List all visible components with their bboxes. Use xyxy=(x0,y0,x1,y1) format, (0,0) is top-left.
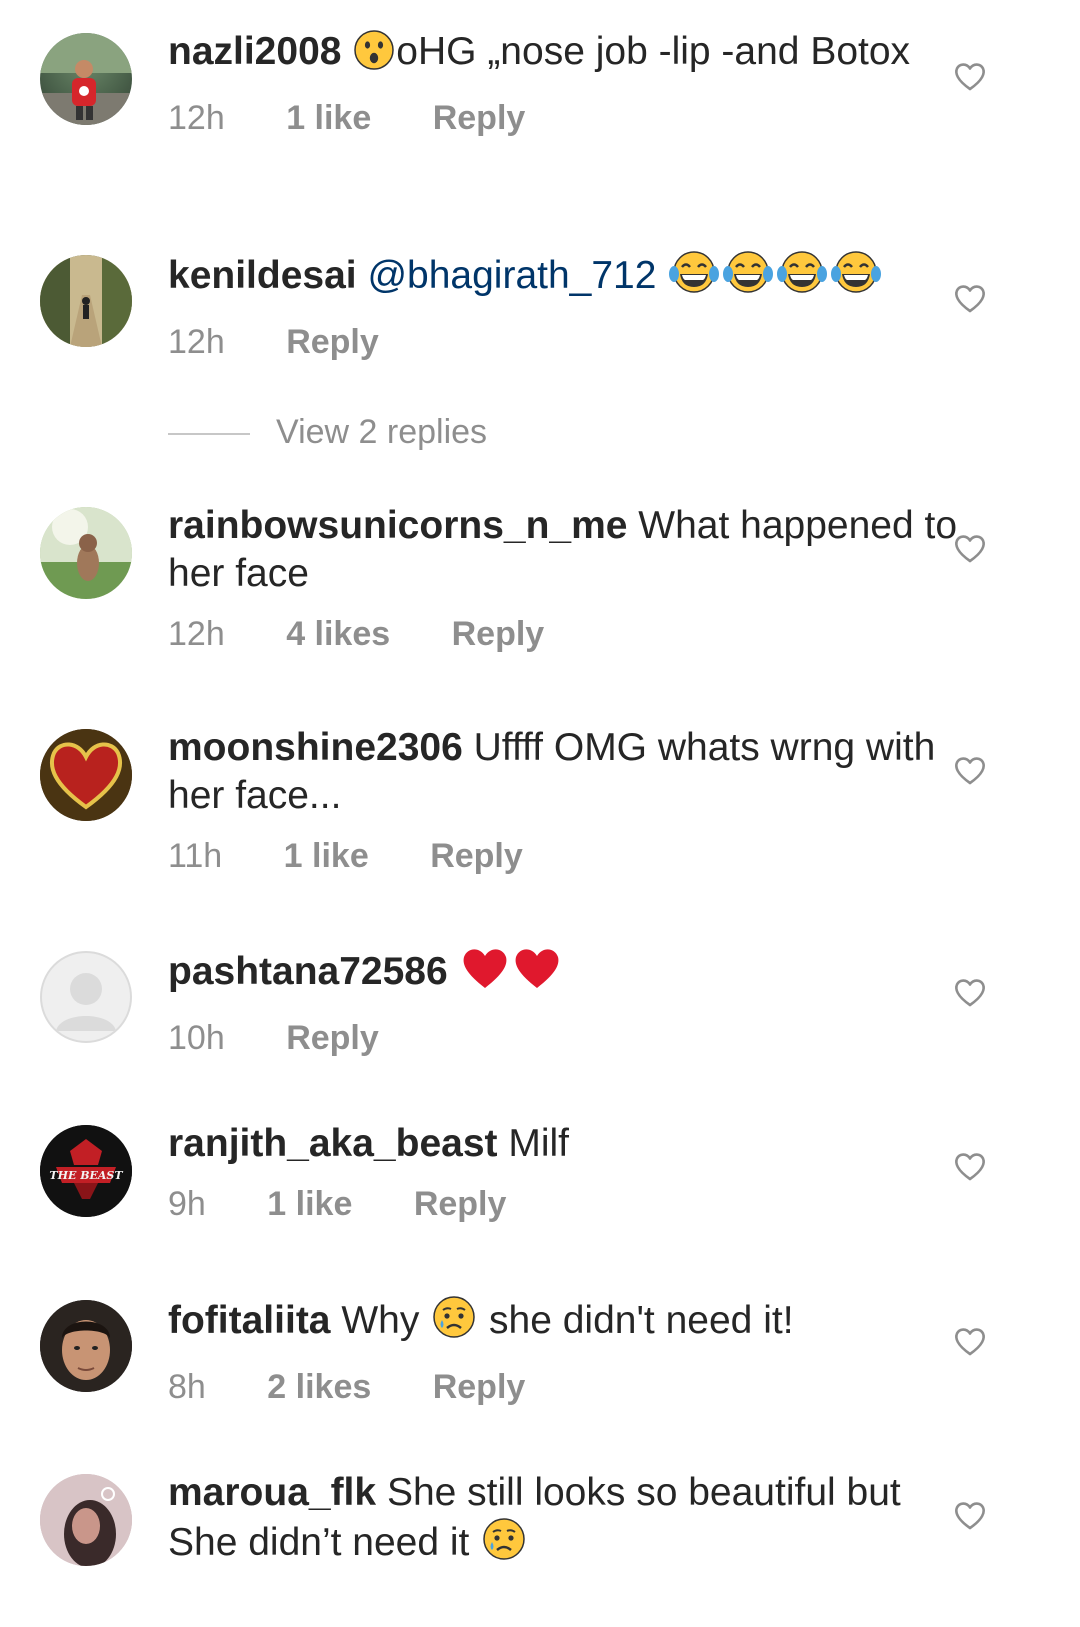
default-avatar-icon xyxy=(56,973,116,1031)
comment-time: 12h xyxy=(168,615,225,653)
like-heart-icon[interactable] xyxy=(953,754,987,788)
comment-text: maroua_flk She still looks so beautiful … xyxy=(168,1469,958,1573)
view-replies-divider xyxy=(168,433,250,436)
comment-body: oHG „nose job -lip -and Botox xyxy=(396,30,911,73)
view-replies-button[interactable]: View 2 replies xyxy=(168,410,487,454)
tears-of-joy-icon xyxy=(777,250,828,306)
comment-text: moonshine2306 Uffff OMG whats wrng with … xyxy=(168,724,958,820)
like-heart-icon[interactable] xyxy=(953,1325,987,1359)
comment-time: 10h xyxy=(168,1019,225,1057)
comment-text: ranjith_aka_beast Milf xyxy=(168,1120,958,1168)
comment-time: 12h xyxy=(168,99,225,137)
like-heart-icon[interactable] xyxy=(953,1150,987,1184)
avatar-maroua-flk[interactable] xyxy=(40,1474,132,1566)
avatar-rainbowsunicorns-n-me[interactable] xyxy=(40,507,132,599)
comment-time: 11h xyxy=(168,837,223,875)
tears-of-joy-icon xyxy=(723,250,774,306)
avatar-photo-icon xyxy=(40,1300,132,1392)
avatar-kenildesai[interactable] xyxy=(40,255,132,347)
tears-of-joy-icon xyxy=(669,250,720,306)
comment-time: 9h xyxy=(168,1185,206,1223)
comment-username[interactable]: maroua_flk xyxy=(168,1471,376,1514)
crying-face-icon xyxy=(432,1295,476,1351)
comment-likes[interactable]: 2 likes xyxy=(267,1363,371,1411)
reply-button[interactable]: Reply xyxy=(452,610,545,658)
comment-text: nazli2008 oHG „nose job -lip -and Botox xyxy=(168,28,958,82)
reply-button[interactable]: Reply xyxy=(433,1363,526,1411)
comment-username[interactable]: fofitaliita xyxy=(168,1299,331,1342)
avatar-nazli2008[interactable] xyxy=(40,33,132,125)
comment-username[interactable]: pashtana72586 xyxy=(168,950,448,993)
comment-username[interactable]: nazli2008 xyxy=(168,30,341,73)
avatar-ranjith-aka-beast[interactable]: THE BEAST xyxy=(40,1125,132,1217)
avatar-photo-icon xyxy=(40,729,132,821)
reply-button[interactable]: Reply xyxy=(414,1180,507,1228)
comment-likes[interactable]: 1 like xyxy=(284,832,369,880)
beast-logo-icon: THE BEAST xyxy=(40,1125,132,1217)
comment-meta: 11h 1 like Reply xyxy=(168,832,958,880)
avatar-fofitaliita[interactable] xyxy=(40,1300,132,1392)
comment-text: kenildesai @bhagirath_712 xyxy=(168,250,958,306)
comment-text: rainbowsunicorns_n_me What happened to h… xyxy=(168,502,958,598)
reply-button[interactable]: Reply xyxy=(286,318,379,366)
comment-username[interactable]: ranjith_aka_beast xyxy=(168,1122,498,1165)
comment-meta: 8h 2 likes Reply xyxy=(168,1363,958,1411)
comment-time: 12h xyxy=(168,323,225,361)
like-heart-icon[interactable] xyxy=(953,60,987,94)
comment-username[interactable]: moonshine2306 xyxy=(168,726,463,769)
comment-meta: 12h 1 like Reply xyxy=(168,94,958,142)
mention-link[interactable]: @bhagirath_712 xyxy=(367,254,656,297)
avatar-pashtana72586[interactable] xyxy=(40,951,132,1043)
avatar-moonshine2306[interactable] xyxy=(40,729,132,821)
comment-likes[interactable]: 4 likes xyxy=(286,610,390,658)
reply-button[interactable]: Reply xyxy=(430,832,523,880)
like-heart-icon[interactable] xyxy=(953,976,987,1010)
comment-text: pashtana72586 xyxy=(168,946,958,1002)
comment-time: 8h xyxy=(168,1368,206,1406)
comment-body-part-2: she didn't need it! xyxy=(489,1299,794,1342)
avatar-photo-icon xyxy=(40,255,132,347)
view-replies-label[interactable]: View 2 replies xyxy=(276,413,487,451)
comment-likes[interactable]: 1 like xyxy=(286,94,371,142)
crying-face-icon xyxy=(482,1517,526,1573)
like-heart-icon[interactable] xyxy=(953,532,987,566)
reply-button[interactable]: Reply xyxy=(433,94,526,142)
red-heart-icon xyxy=(513,946,561,1002)
avatar-photo-icon xyxy=(40,507,132,599)
comment-meta: 12h Reply xyxy=(168,318,958,366)
like-heart-icon[interactable] xyxy=(953,282,987,316)
like-heart-icon[interactable] xyxy=(953,1499,987,1533)
avatar-photo-icon xyxy=(40,1474,132,1566)
comment-username[interactable]: rainbowsunicorns_n_me xyxy=(168,504,627,547)
comment-text: fofitaliita Why she didn't need it! xyxy=(168,1295,958,1351)
red-heart-icon xyxy=(461,946,509,1002)
comment-meta: 10h Reply xyxy=(168,1014,958,1062)
beast-logo-text: THE BEAST xyxy=(49,1169,123,1182)
comment-meta: 12h 4 likes Reply xyxy=(168,610,958,658)
comment-username[interactable]: kenildesai xyxy=(168,254,357,297)
comment-likes[interactable]: 1 like xyxy=(267,1180,352,1228)
comment-body: Milf xyxy=(508,1122,570,1165)
reply-button[interactable]: Reply xyxy=(286,1014,379,1062)
avatar-photo-icon xyxy=(40,33,132,125)
astonished-face-icon xyxy=(354,30,395,82)
tears-of-joy-icon xyxy=(831,250,882,306)
comment-body-part-1: Why xyxy=(341,1299,420,1342)
comment-meta: 9h 1 like Reply xyxy=(168,1180,958,1228)
